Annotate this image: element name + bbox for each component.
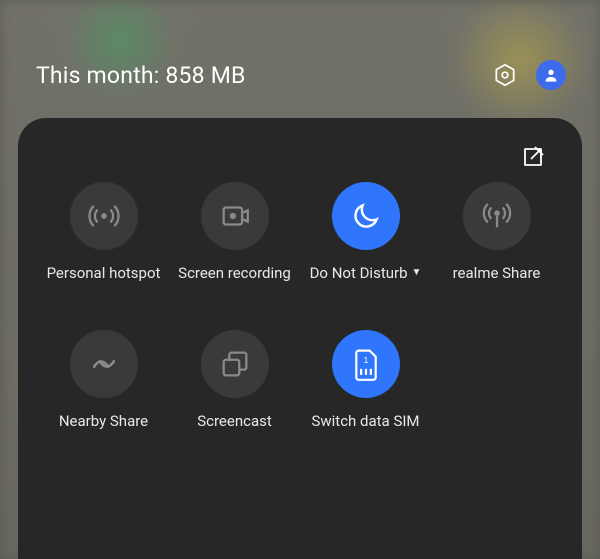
- tiles-grid: Personal hotspot Screen recording Do Not…: [38, 182, 562, 450]
- tile-realme-share[interactable]: realme Share: [431, 182, 562, 302]
- account-avatar: [536, 60, 566, 90]
- realme-share-icon: [480, 199, 514, 233]
- tile-do-not-disturb[interactable]: Do Not Disturb ▼: [300, 182, 431, 302]
- tile-icon-circle: [463, 182, 531, 250]
- tile-icon-circle: 1: [332, 330, 400, 398]
- tile-label: Screen recording: [178, 264, 291, 302]
- panel-actions-row: [38, 142, 562, 172]
- tile-screen-recording[interactable]: Screen recording: [169, 182, 300, 302]
- tile-icon-circle: [201, 330, 269, 398]
- account-button[interactable]: [534, 58, 568, 92]
- sim-icon: 1: [351, 347, 381, 381]
- tile-icon-circle: [332, 182, 400, 250]
- tile-label: Do Not Disturb ▼: [310, 264, 422, 302]
- tile-label: Personal hotspot: [47, 264, 161, 302]
- tile-icon-circle: [70, 330, 138, 398]
- screencast-icon: [218, 347, 252, 381]
- person-icon: [543, 67, 559, 83]
- tile-personal-hotspot[interactable]: Personal hotspot: [38, 182, 169, 302]
- quick-settings-panel: Personal hotspot Screen recording Do Not…: [18, 118, 582, 559]
- edit-icon: [521, 145, 545, 169]
- tile-label: Screencast: [197, 412, 272, 450]
- status-header: This month: 858 MB: [0, 58, 600, 92]
- tile-label: realme Share: [453, 264, 541, 302]
- tile-label: Nearby Share: [59, 412, 148, 450]
- nearby-share-icon: [87, 347, 121, 381]
- tile-icon-circle: [70, 182, 138, 250]
- tile-icon-circle: [201, 182, 269, 250]
- settings-button[interactable]: [488, 58, 522, 92]
- tile-screencast[interactable]: Screencast: [169, 330, 300, 450]
- edit-tiles-button[interactable]: [518, 142, 548, 172]
- svg-text:1: 1: [363, 355, 368, 365]
- chevron-down-icon: ▼: [412, 267, 422, 280]
- hotspot-icon: [87, 199, 121, 233]
- data-usage-title[interactable]: This month: 858 MB: [36, 62, 476, 89]
- tile-switch-data-sim[interactable]: 1 Switch data SIM: [300, 330, 431, 450]
- moon-icon: [350, 200, 382, 232]
- tile-label: Switch data SIM: [311, 412, 419, 450]
- screen-recording-icon: [218, 199, 252, 233]
- gear-hex-icon: [492, 62, 518, 88]
- tile-nearby-share[interactable]: Nearby Share: [38, 330, 169, 450]
